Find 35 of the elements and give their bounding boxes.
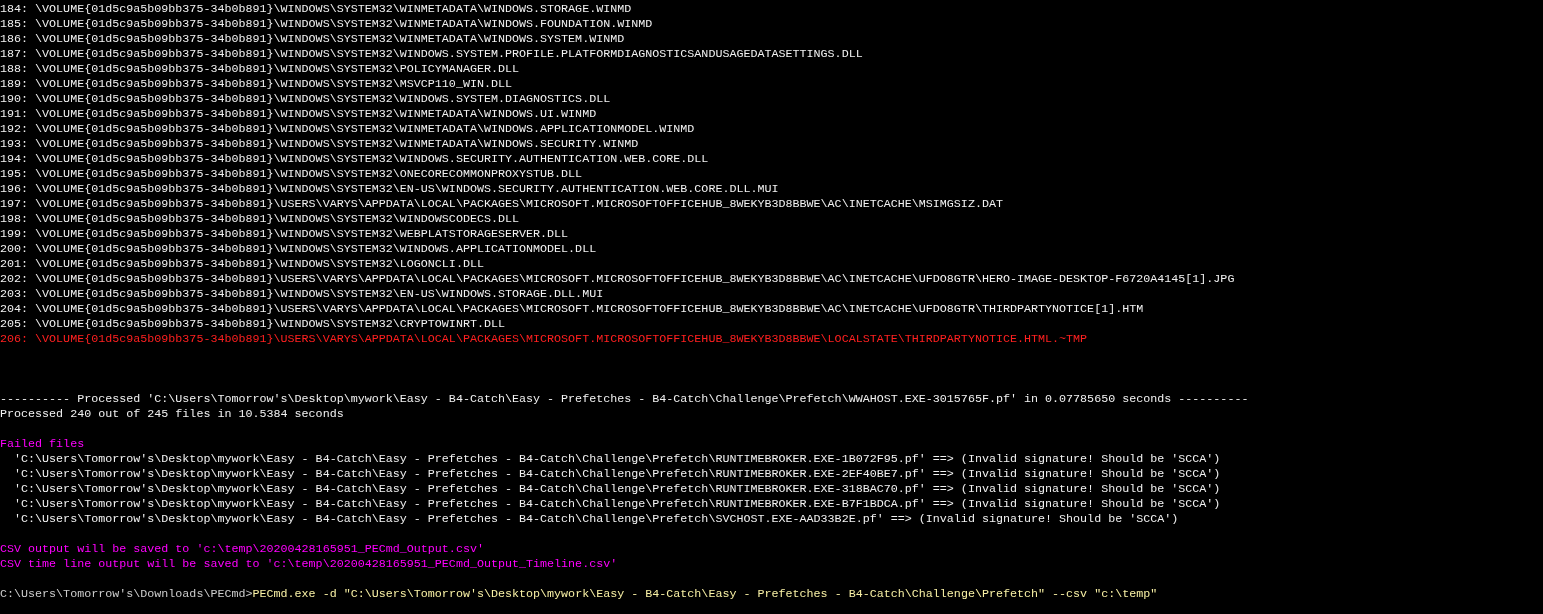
console-line: CSV output will be saved to 'c:\temp\20200428165951_PECmd_Output.csv': [0, 542, 484, 557]
console-line: 191: \VOLUME{01d5c9a5b09bb375-34b0b891}\WINDOWS\SYSTEM32\WINMETADATA\WINDOWS.UI.WINMD: [0, 107, 597, 122]
console-line: 189: \VOLUME{01d5c9a5b09bb375-34b0b891}\WINDOWS\SYSTEM32\MSVCP110_WIN.DLL: [0, 77, 512, 92]
console-line: 196: \VOLUME{01d5c9a5b09bb375-34b0b891}\WINDOWS\SYSTEM32\EN-US\WINDOWS.SECURITY.AUTHENTICATION.WEB.CORE.DLL.MUI: [0, 182, 779, 197]
console-line: 197: \VOLUME{01d5c9a5b09bb375-34b0b891}\USERS\VARYS\APPDATA\LOCAL\PACKAGES\MICROSOFT.MICROSOFTOFFICEHUB_8WEKYB3D8BBWE\AC\INETCACHE\MSIMGSIZ.DAT: [0, 197, 1003, 212]
console-line: 185: \VOLUME{01d5c9a5b09bb375-34b0b891}\WINDOWS\SYSTEM32\WINMETADATA\WINDOWS.FOUNDATION.WINMD: [0, 17, 653, 32]
console-line: 187: \VOLUME{01d5c9a5b09bb375-34b0b891}\WINDOWS\SYSTEM32\WINDOWS.SYSTEM.PROFILE.PLATFORMDIAGNOSTICSANDUSAGEDATASETTINGS.DLL: [0, 47, 863, 62]
console-line: 192: \VOLUME{01d5c9a5b09bb375-34b0b891}\WINDOWS\SYSTEM32\WINMETADATA\WINDOWS.APPLICATIONMODEL.WINMD: [0, 122, 695, 137]
console-line: 206: \VOLUME{01d5c9a5b09bb375-34b0b891}\USERS\VARYS\APPDATA\LOCAL\PACKAGES\MICROSOFT.MICROSOFTOFFICEHUB_8WEKYB3D8BBWE\LOCALSTATE\THIRDPARTYNOTICE.HTML.~TMP: [0, 332, 1088, 347]
console-line: 186: \VOLUME{01d5c9a5b09bb375-34b0b891}\WINDOWS\SYSTEM32\WINMETADATA\WINDOWS.SYSTEM.WINMD: [0, 32, 625, 47]
console-line: 204: \VOLUME{01d5c9a5b09bb375-34b0b891}\USERS\VARYS\APPDATA\LOCAL\PACKAGES\MICROSOFT.MICROSOFTOFFICEHUB_8WEKYB3D8BBWE\AC\INETCACHE\UFDO8GTR\THIRDPARTYNOTICE[1].HTM: [0, 302, 1144, 317]
console-line: 'C:\Users\Tomorrow's\Desktop\mywork\Easy - B4-Catch\Easy - Prefetches - B4-Catch\Challenge\Prefetch\RUNTIMEBROKER.EXE-B7F1BDCA.pf' ==> (Invalid signature! Should be 'SCCA'): [13, 497, 1221, 512]
console-line: 205: \VOLUME{01d5c9a5b09bb375-34b0b891}\WINDOWS\SYSTEM32\CRYPTOWINRT.DLL: [0, 317, 505, 332]
console-line: 198: \VOLUME{01d5c9a5b09bb375-34b0b891}\WINDOWS\SYSTEM32\WINDOWSCODECS.DLL: [0, 212, 519, 227]
console-line: 'C:\Users\Tomorrow's\Desktop\mywork\Easy - B4-Catch\Easy - Prefetches - B4-Catch\Challenge\Prefetch\RUNTIMEBROKER.EXE-2EF40BE7.pf' ==> (Invalid signature! Should be 'SCCA'): [13, 467, 1221, 482]
console-line: 202: \VOLUME{01d5c9a5b09bb375-34b0b891}\USERS\VARYS\APPDATA\LOCAL\PACKAGES\MICROSOFT.MICROSOFTOFFICEHUB_8WEKYB3D8BBWE\AC\INETCACHE\UFDO8GTR\HERO-IMAGE-DESKTOP-F6720A4145[1].JPG: [0, 272, 1235, 287]
console-line: 195: \VOLUME{01d5c9a5b09bb375-34b0b891}\WINDOWS\SYSTEM32\ONECORECOMMONPROXYSTUB.DLL: [0, 167, 583, 182]
console-line: 184: \VOLUME{01d5c9a5b09bb375-34b0b891}\WINDOWS\SYSTEM32\WINMETADATA\WINDOWS.STORAGE.WINMD: [0, 2, 632, 17]
prompt-path: C:\Users\Tomorrow's\Downloads\PECmd>: [0, 587, 253, 602]
command-text[interactable]: PECmd.exe -d "C:\Users\Tomorrow's\Desktop\mywork\Easy - B4-Catch\Easy - Prefetches - B4-Catch\Challenge\Prefetch" --csv "c:\temp": [252, 587, 1158, 602]
console-line: CSV time line output will be saved to 'c:\temp\20200428165951_PECmd_Output_Timeline.csv': [0, 557, 618, 572]
console-line: 194: \VOLUME{01d5c9a5b09bb375-34b0b891}\WINDOWS\SYSTEM32\WINDOWS.SECURITY.AUTHENTICATION.WEB.CORE.DLL: [0, 152, 709, 167]
console-line: 'C:\Users\Tomorrow's\Desktop\mywork\Easy - B4-Catch\Easy - Prefetches - B4-Catch\Challenge\Prefetch\RUNTIMEBROKER.EXE-1B072F95.pf' ==> (Invalid signature! Should be 'SCCA'): [13, 452, 1221, 467]
console-line: 'C:\Users\Tomorrow's\Desktop\mywork\Easy - B4-Catch\Easy - Prefetches - B4-Catch\Challenge\Prefetch\SVCHOST.EXE-AAD33B2E.pf' ==> (Invalid signature! Should be 'SCCA'): [13, 512, 1179, 527]
console-line: 200: \VOLUME{01d5c9a5b09bb375-34b0b891}\WINDOWS\SYSTEM32\WINDOWS.APPLICATIONMODEL.DLL: [0, 242, 597, 257]
console-line: ---------- Processed 'C:\Users\Tomorrow's\Desktop\mywork\Easy - B4-Catch\Easy - Prefetches - B4-Catch\Challenge\Prefetch\WWAHOST.EXE-3015765F.pf' in 0.07785650 seconds ----------: [0, 392, 1249, 407]
console-line: 'C:\Users\Tomorrow's\Desktop\mywork\Easy - B4-Catch\Easy - Prefetches - B4-Catch\Challenge\Prefetch\RUNTIMEBROKER.EXE-318BAC70.pf' ==> (Invalid signature! Should be 'SCCA'): [13, 482, 1221, 497]
console-line: 190: \VOLUME{01d5c9a5b09bb375-34b0b891}\WINDOWS\SYSTEM32\WINDOWS.SYSTEM.DIAGNOSTICS.DLL: [0, 92, 611, 107]
console-line: 199: \VOLUME{01d5c9a5b09bb375-34b0b891}\WINDOWS\SYSTEM32\WEBPLATSTORAGESERVER.DLL: [0, 227, 569, 242]
console-line: Processed 240 out of 245 files in 10.5384 seconds: [0, 407, 344, 422]
console-line: 203: \VOLUME{01d5c9a5b09bb375-34b0b891}\WINDOWS\SYSTEM32\EN-US\WINDOWS.STORAGE.DLL.MUI: [0, 287, 604, 302]
console-line: 201: \VOLUME{01d5c9a5b09bb375-34b0b891}\WINDOWS\SYSTEM32\LOGONCLI.DLL: [0, 257, 484, 272]
console-line: 193: \VOLUME{01d5c9a5b09bb375-34b0b891}\WINDOWS\SYSTEM32\WINMETADATA\WINDOWS.SECURITY.WINMD: [0, 137, 639, 152]
console-line: 188: \VOLUME{01d5c9a5b09bb375-34b0b891}\WINDOWS\SYSTEM32\POLICYMANAGER.DLL: [0, 62, 519, 77]
section-heading: Failed files: [0, 437, 85, 452]
